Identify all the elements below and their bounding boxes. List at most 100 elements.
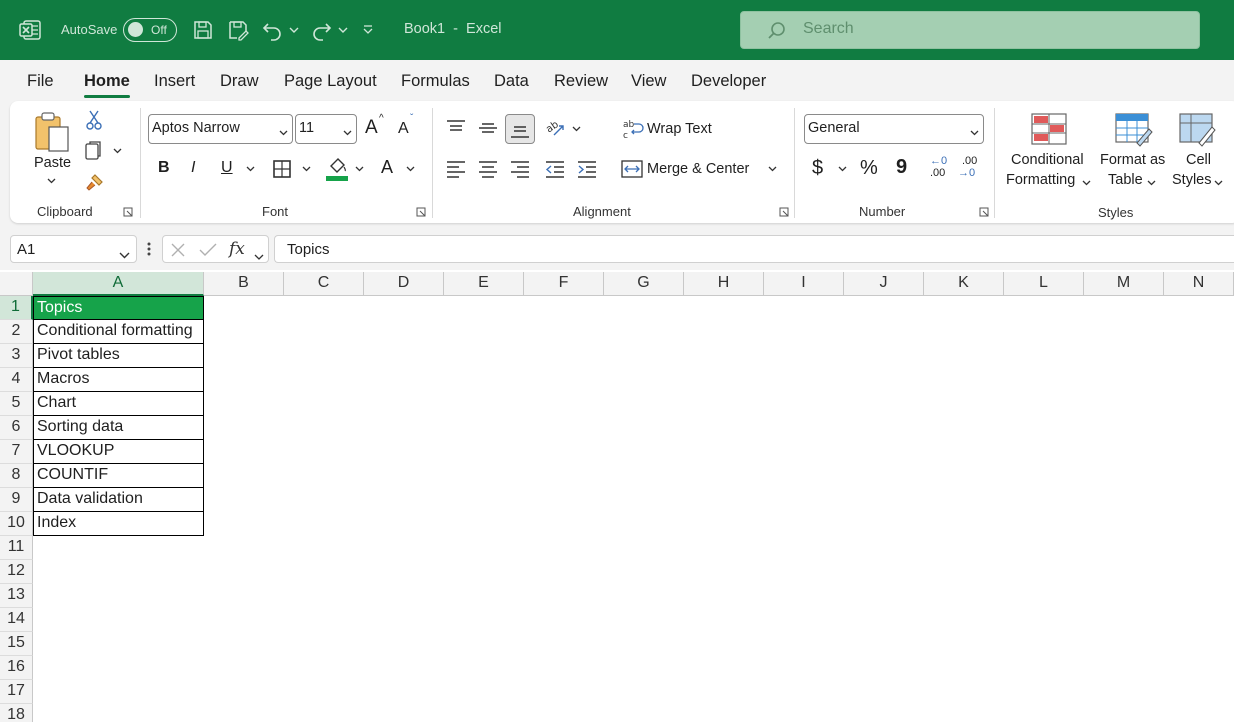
row-header-9[interactable]: 9 [0,488,33,512]
column-header-k[interactable]: K [924,272,1004,296]
tab-developer[interactable]: Developer [691,72,766,91]
merge-chevron-icon[interactable] [766,164,778,174]
top-align-icon[interactable] [444,116,468,140]
row-header-13[interactable]: 13 [0,584,33,608]
comma-style-button[interactable]: 9 [896,156,907,179]
format-as-table-label-1[interactable]: Format as [1100,152,1165,168]
row-header-12[interactable]: 12 [0,560,33,584]
chevron-down-icon[interactable] [254,247,264,265]
shrink-font-button[interactable]: A [398,120,409,138]
middle-align-icon[interactable] [476,116,500,140]
column-header-h[interactable]: H [684,272,764,296]
column-header-b[interactable]: B [204,272,284,296]
tab-draw[interactable]: Draw [220,72,259,91]
redo-icon[interactable] [308,16,336,44]
increase-indent-icon[interactable] [575,157,599,181]
number-format-select[interactable]: General [804,114,984,144]
redo-dropdown-chevron-icon[interactable] [337,24,349,36]
column-header-a[interactable]: A [33,272,204,296]
font-color-button[interactable]: A [381,157,393,178]
italic-button[interactable]: I [191,159,195,177]
format-as-table-label-2[interactable]: Table [1108,172,1143,188]
clipboard-launcher-icon[interactable] [123,207,133,217]
paste-label[interactable]: Paste [34,155,71,171]
row-header-5[interactable]: 5 [0,392,33,416]
align-left-icon[interactable] [444,157,468,181]
format-as-table-icon[interactable] [1114,112,1154,148]
column-header-d[interactable]: D [364,272,444,296]
row-header-18[interactable]: 18 [0,704,33,722]
cell-a6[interactable]: Sorting data [33,416,204,440]
conditional-formatting-label-2[interactable]: Formatting [1006,172,1075,188]
align-center-icon[interactable] [476,157,500,181]
percent-button[interactable]: % [860,157,878,180]
cell-styles-icon[interactable] [1178,112,1218,148]
paste-chevron-icon[interactable] [45,176,57,186]
tab-insert[interactable]: Insert [154,72,195,91]
row-header-2[interactable]: 2 [0,320,33,344]
cell-a9[interactable]: Data validation [33,488,204,512]
font-color-chevron-icon[interactable] [404,164,416,174]
autosave-toggle[interactable]: Off [123,18,177,42]
column-header-f[interactable]: F [524,272,604,296]
cell-styles-label-2[interactable]: Styles [1172,172,1212,188]
tab-file[interactable]: File [27,72,54,91]
font-name-select[interactable]: Aptos Narrow [148,114,293,144]
cell-styles-label-1[interactable]: Cell [1186,152,1211,168]
wrap-text-icon[interactable]: ab c [622,118,644,140]
column-header-m[interactable]: M [1084,272,1164,296]
tab-home[interactable]: Home [84,72,130,91]
paste-icon[interactable] [32,110,72,154]
currency-button[interactable]: $ [812,157,823,180]
cell-a1-header[interactable]: Topics [33,296,204,320]
orientation-icon[interactable]: ab [543,116,567,140]
borders-icon[interactable] [271,158,293,180]
conditional-formatting-chevron-icon[interactable] [1080,178,1092,188]
merge-center-button[interactable]: Merge & Center [647,161,749,177]
underline-button[interactable]: U [221,159,233,177]
tab-formulas[interactable]: Formulas [401,72,470,91]
tab-data[interactable]: Data [494,72,529,91]
column-header-c[interactable]: C [284,272,364,296]
row-header-16[interactable]: 16 [0,656,33,680]
row-header-7[interactable]: 7 [0,440,33,464]
row-header-3[interactable]: 3 [0,344,33,368]
save-icon[interactable] [190,17,216,43]
orientation-chevron-icon[interactable] [570,124,582,134]
name-box[interactable]: A1 [10,235,137,263]
row-header-8[interactable]: 8 [0,464,33,488]
cut-icon[interactable] [84,110,104,130]
wrap-text-button[interactable]: Wrap Text [647,121,712,137]
font-launcher-icon[interactable] [416,207,426,217]
format-painter-icon[interactable] [84,172,106,192]
alignment-launcher-icon[interactable] [779,207,789,217]
cell-a7[interactable]: VLOOKUP [33,440,204,464]
insert-function-button[interactable]: fx [229,239,245,259]
row-header-14[interactable]: 14 [0,608,33,632]
cell-a4[interactable]: Macros [33,368,204,392]
fill-color-chevron-icon[interactable] [353,164,365,174]
column-header-g[interactable]: G [604,272,684,296]
format-as-table-chevron-icon[interactable] [1145,178,1157,188]
column-header-i[interactable]: I [764,272,844,296]
column-header-j[interactable]: J [844,272,924,296]
select-all-corner[interactable] [0,272,33,296]
decrease-indent-icon[interactable] [543,157,567,181]
row-header-11[interactable]: 11 [0,536,33,560]
conditional-formatting-label-1[interactable]: Conditional [1011,152,1084,168]
chevron-down-icon[interactable] [119,246,130,263]
grow-font-button[interactable]: A [365,117,378,139]
copy-chevron-icon[interactable] [111,146,123,156]
more-options-icon[interactable] [143,240,155,258]
save-as-icon[interactable] [225,17,251,43]
row-header-6[interactable]: 6 [0,416,33,440]
tab-review[interactable]: Review [554,72,608,91]
conditional-formatting-icon[interactable] [1030,112,1068,146]
cell-styles-chevron-icon[interactable] [1212,178,1224,188]
column-header-e[interactable]: E [444,272,524,296]
cell-a8[interactable]: COUNTIF [33,464,204,488]
row-header-4[interactable]: 4 [0,368,33,392]
tab-page-layout[interactable]: Page Layout [284,72,377,91]
copy-icon[interactable] [83,140,105,162]
bold-button[interactable]: B [158,159,170,177]
